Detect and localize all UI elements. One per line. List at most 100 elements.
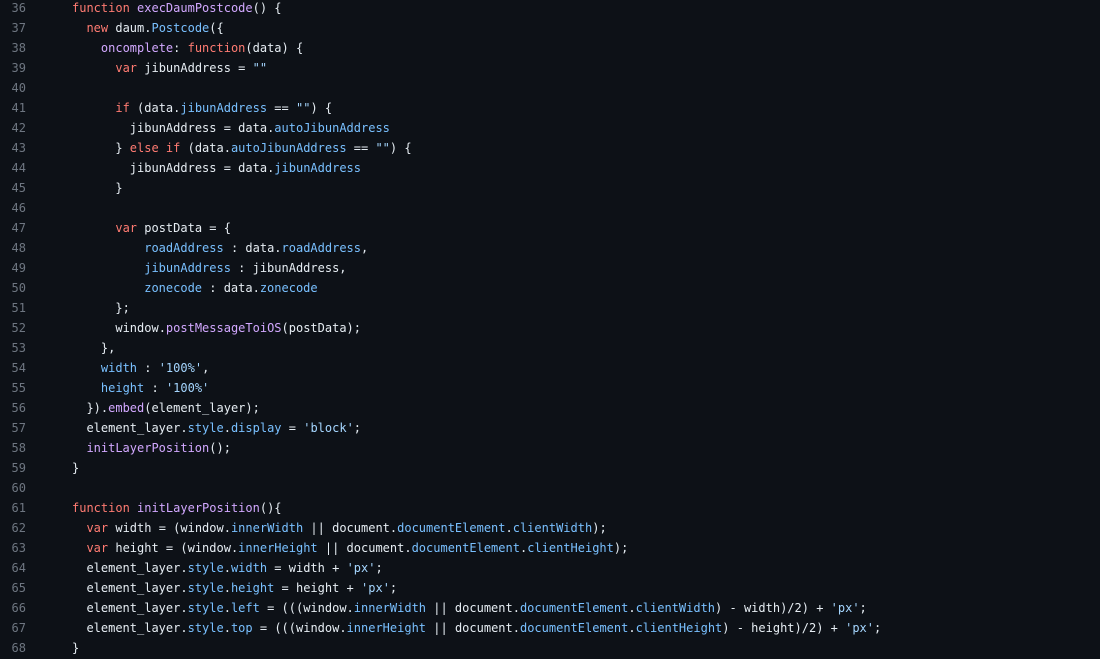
line-number: 53 bbox=[11, 341, 26, 355]
code-token: style bbox=[187, 421, 224, 435]
code-line[interactable]: 57 element_layer.style.display = 'block'; bbox=[0, 418, 361, 438]
code-line[interactable]: 65 element_layer.style.height = height + … bbox=[0, 578, 398, 598]
code-line[interactable]: 59} bbox=[0, 458, 80, 478]
code-token: "" bbox=[252, 61, 268, 75]
code-token: postData = { bbox=[137, 221, 231, 235]
code-text: } else if (data.autoJibunAddress == "") … bbox=[72, 138, 412, 158]
code-token: ; bbox=[389, 581, 398, 595]
code-token: width = (window. bbox=[108, 521, 231, 535]
code-line[interactable]: 54 width : '100%', bbox=[0, 358, 210, 378]
code-token: zonecode bbox=[259, 281, 318, 295]
line-number: 65 bbox=[11, 581, 26, 595]
code-token: height bbox=[230, 581, 275, 595]
line-number: 56 bbox=[11, 401, 26, 415]
code-line[interactable]: 45} bbox=[0, 178, 123, 198]
code-line[interactable]: 38 oncomplete: function(data) { bbox=[0, 38, 304, 58]
code-token: style bbox=[187, 621, 224, 635]
line-number: 57 bbox=[11, 421, 26, 435]
code-token: innerHeight bbox=[238, 541, 318, 555]
code-token: var bbox=[86, 541, 109, 555]
code-token: 'px' bbox=[361, 581, 390, 595]
code-line[interactable]: 49 jibunAddress : jibunAddress, bbox=[0, 258, 347, 278]
code-text: zonecode : data.zonecode bbox=[72, 278, 318, 298]
code-line[interactable]: 37 new daum.Postcode({ bbox=[0, 18, 224, 38]
code-line[interactable]: 61 function initLayerPosition(){ bbox=[0, 498, 282, 518]
code-token: embed bbox=[108, 401, 145, 415]
code-token: jibunAddress = data. bbox=[129, 121, 275, 135]
code-token: = (((window. bbox=[259, 601, 354, 615]
code-line[interactable]: 52 window.postMessageToiOS(postData); bbox=[0, 318, 361, 338]
code-text: var height = (window.innerHeight || docu… bbox=[72, 538, 628, 558]
code-text: jibunAddress : jibunAddress, bbox=[72, 258, 346, 278]
code-token: (){ bbox=[259, 501, 282, 515]
code-line[interactable]: 36 function execDaumPostcode() { bbox=[0, 0, 282, 18]
code-text: element_layer.style.top = (((window.inne… bbox=[72, 618, 881, 638]
code-line[interactable]: 48 roadAddress : data.roadAddress, bbox=[0, 238, 369, 258]
code-token: || document. bbox=[317, 541, 412, 555]
code-token: (data. bbox=[129, 101, 181, 115]
code-text: width : '100%', bbox=[72, 358, 209, 378]
code-line[interactable]: 58 initLayerPosition(); bbox=[0, 438, 231, 458]
code-token: jibunAddress bbox=[180, 101, 268, 115]
code-token: top bbox=[230, 621, 253, 635]
code-line[interactable]: 68} bbox=[0, 638, 80, 658]
code-token: daum. bbox=[108, 21, 152, 35]
code-line[interactable]: 40 bbox=[0, 78, 72, 98]
code-token: . bbox=[223, 421, 231, 435]
code-token: ({ bbox=[209, 21, 224, 35]
code-token: ); bbox=[592, 521, 607, 535]
code-token: ; bbox=[375, 561, 383, 575]
code-line[interactable]: 42 jibunAddress = data.autoJibunAddress bbox=[0, 118, 390, 138]
code-text: roadAddress : data.roadAddress, bbox=[72, 238, 368, 258]
code-line[interactable]: 67 element_layer.style.top = (((window.in… bbox=[0, 618, 882, 638]
code-line[interactable]: 56}).embed(element_layer); bbox=[0, 398, 260, 418]
code-token: jibunAddress = data. bbox=[129, 161, 275, 175]
code-token: || document. bbox=[303, 521, 398, 535]
code-text: oncomplete: function(data) { bbox=[72, 38, 303, 58]
code-token: == bbox=[346, 141, 376, 155]
code-line[interactable]: 63 var height = (window.innerHeight || do… bbox=[0, 538, 629, 558]
code-token: } bbox=[72, 641, 80, 655]
code-line[interactable]: 43} else if (data.autoJibunAddress == ""… bbox=[0, 138, 412, 158]
code-line[interactable]: 41 if (data.jibunAddress == "") { bbox=[0, 98, 333, 118]
code-line[interactable]: 50 zonecode : data.zonecode bbox=[0, 278, 318, 298]
code-token: ) { bbox=[310, 101, 333, 115]
code-line[interactable]: 53}, bbox=[0, 338, 116, 358]
code-line[interactable]: 60 bbox=[0, 478, 72, 498]
code-line[interactable]: 47 var postData = { bbox=[0, 218, 231, 238]
code-token: "" bbox=[295, 101, 311, 115]
code-text: var jibunAddress = "" bbox=[72, 58, 267, 78]
code-line[interactable]: 46 bbox=[0, 198, 72, 218]
code-token: element_layer. bbox=[86, 581, 188, 595]
code-editor[interactable]: 36 function execDaumPostcode() {37 new dau… bbox=[0, 0, 1100, 659]
code-line[interactable]: 64 element_layer.style.width = width + 'p… bbox=[0, 558, 383, 578]
code-token: (data) { bbox=[245, 41, 304, 55]
code-token: : bbox=[144, 381, 166, 395]
code-text: var width = (window.innerWidth || docume… bbox=[72, 518, 607, 538]
code-line[interactable]: 66 element_layer.style.left = (((window.i… bbox=[0, 598, 867, 618]
code-token: ) - height)/2) + bbox=[722, 621, 846, 635]
code-token: Postcode bbox=[151, 21, 210, 35]
code-line[interactable]: 39 var jibunAddress = "" bbox=[0, 58, 268, 78]
line-number: 66 bbox=[11, 601, 26, 615]
code-token: = height + bbox=[274, 581, 362, 595]
code-line[interactable]: 62 var width = (window.innerWidth || docu… bbox=[0, 518, 607, 538]
code-token: clientWidth bbox=[635, 601, 716, 615]
code-token: : data. bbox=[223, 241, 282, 255]
code-token: 'px' bbox=[346, 561, 376, 575]
code-line[interactable]: 51}; bbox=[0, 298, 130, 318]
code-token: ); bbox=[613, 541, 629, 555]
code-token: roadAddress bbox=[281, 241, 361, 255]
code-line[interactable]: 55 height : '100%' bbox=[0, 378, 210, 398]
code-line[interactable]: 44 jibunAddress = data.jibunAddress bbox=[0, 158, 361, 178]
code-token: documentElement bbox=[519, 601, 629, 615]
code-token: (data. bbox=[180, 141, 231, 155]
code-token: ) { bbox=[389, 141, 412, 155]
code-token: }, bbox=[100, 341, 116, 355]
code-token: style bbox=[187, 581, 224, 595]
code-text: } bbox=[72, 458, 79, 478]
code-token: '100%' bbox=[158, 361, 203, 375]
code-token: zonecode bbox=[144, 281, 203, 295]
code-text: new daum.Postcode({ bbox=[72, 18, 224, 38]
code-token: function bbox=[187, 41, 246, 55]
